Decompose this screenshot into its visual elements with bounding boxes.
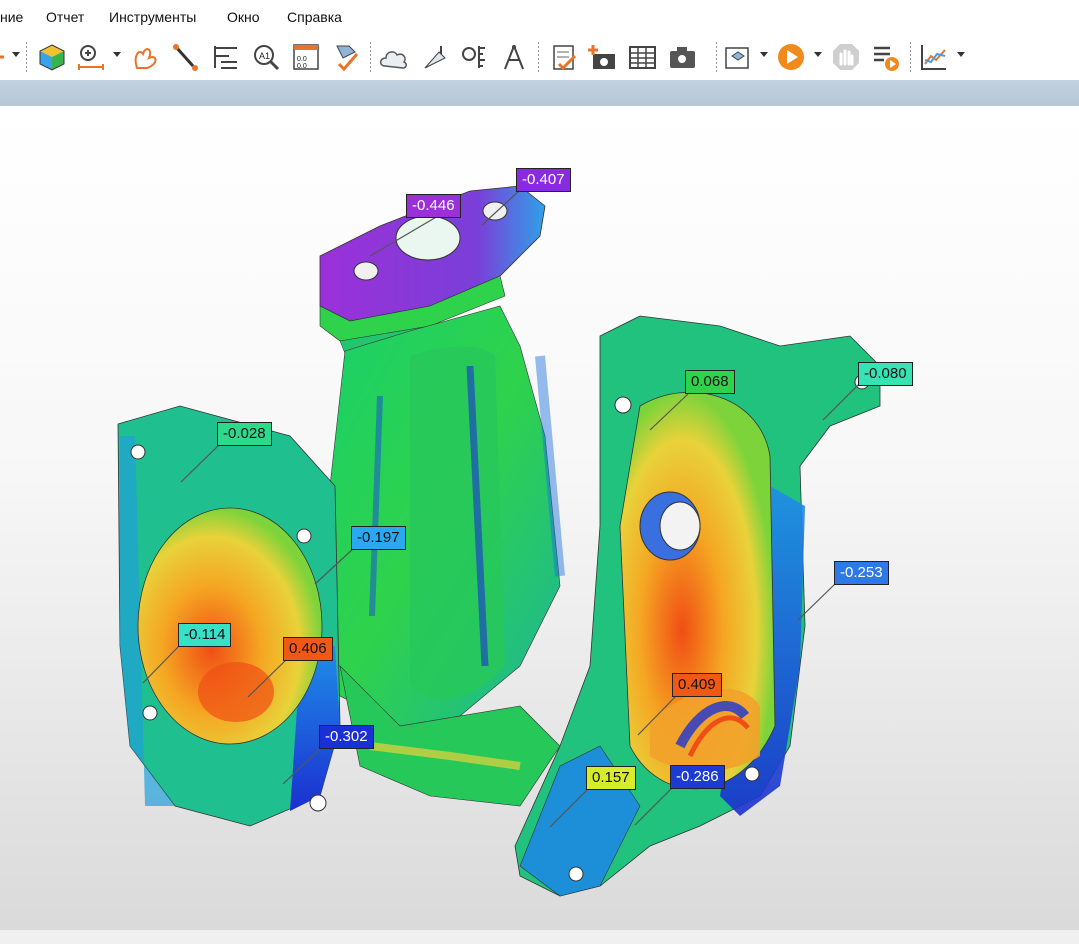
document-tab-strip bbox=[0, 80, 1079, 106]
deviation-label[interactable]: 0.406 bbox=[283, 637, 333, 661]
color-map-3d-model[interactable] bbox=[0, 106, 1079, 929]
probe-icon[interactable] bbox=[171, 42, 201, 72]
play-list-icon[interactable] bbox=[871, 42, 901, 72]
measure-points-icon[interactable] bbox=[76, 42, 106, 72]
toolbar-separator bbox=[26, 42, 27, 72]
toolbar: A1 0.0 0.0 bbox=[0, 36, 1079, 80]
dropdown-arrow-icon[interactable] bbox=[12, 52, 20, 57]
report-3d-icon[interactable] bbox=[722, 42, 752, 72]
annotation-magnifier-icon[interactable]: A1 bbox=[251, 42, 281, 72]
add-camera-icon[interactable] bbox=[587, 42, 617, 72]
svg-text:0.0: 0.0 bbox=[297, 63, 307, 70]
menu-bar: ние Отчет Инструменты Окно Справка bbox=[0, 0, 1079, 36]
stop-hand-icon[interactable] bbox=[831, 42, 861, 72]
flower-curves-icon[interactable] bbox=[131, 42, 161, 72]
menu-item-help[interactable]: Справка bbox=[287, 9, 342, 25]
menu-item-view[interactable]: ние bbox=[0, 9, 23, 25]
left-flange bbox=[117, 405, 341, 827]
gauge-icon[interactable] bbox=[419, 42, 449, 72]
menu-item-window[interactable]: Окно bbox=[227, 9, 260, 25]
status-bar bbox=[0, 929, 1079, 944]
deviation-label[interactable]: -0.253 bbox=[834, 561, 889, 585]
svg-text:0.0: 0.0 bbox=[297, 56, 307, 63]
toolbar-separator bbox=[716, 42, 717, 72]
cloud-icon[interactable] bbox=[379, 42, 409, 72]
3d-viewport[interactable]: -0.407 -0.446 -0.080 0.068 -0.028 -0.197… bbox=[0, 106, 1079, 929]
camera-icon[interactable] bbox=[667, 42, 697, 72]
color-map-cube-icon[interactable] bbox=[37, 42, 67, 72]
toolbar-separator bbox=[370, 42, 371, 72]
deviation-label[interactable]: -0.197 bbox=[351, 526, 406, 550]
menu-item-tools[interactable]: Инструменты bbox=[109, 9, 196, 25]
play-icon[interactable] bbox=[776, 42, 806, 72]
caliper-icon[interactable] bbox=[211, 42, 241, 72]
dropdown-arrow-icon[interactable] bbox=[814, 52, 822, 57]
compass-icon[interactable] bbox=[499, 42, 529, 72]
menu-item-report[interactable]: Отчет bbox=[46, 9, 84, 25]
grid-points-icon[interactable]: 0.0 0.0 bbox=[291, 42, 321, 72]
central-column bbox=[319, 305, 565, 727]
dropdown-arrow-icon[interactable] bbox=[113, 52, 121, 57]
scale-ruler-icon[interactable] bbox=[459, 42, 489, 72]
chart-icon[interactable] bbox=[919, 42, 949, 72]
toolbar-separator bbox=[538, 42, 539, 72]
deviation-label[interactable]: -0.446 bbox=[406, 194, 461, 218]
clipboard-check-icon[interactable] bbox=[549, 42, 579, 72]
deviation-label[interactable]: -0.286 bbox=[670, 765, 725, 789]
deviation-label[interactable]: 0.068 bbox=[685, 370, 735, 394]
table-icon[interactable] bbox=[627, 42, 657, 72]
toolbar-separator bbox=[910, 42, 911, 72]
arrow-icon[interactable] bbox=[0, 42, 16, 72]
deviation-label[interactable]: -0.114 bbox=[178, 623, 232, 647]
dropdown-arrow-icon[interactable] bbox=[760, 52, 768, 57]
dropdown-arrow-icon[interactable] bbox=[957, 52, 965, 57]
deviation-label[interactable]: 0.157 bbox=[586, 766, 636, 790]
deviation-label[interactable]: -0.028 bbox=[217, 422, 272, 446]
right-housing bbox=[514, 315, 881, 897]
deviation-label[interactable]: -0.080 bbox=[858, 362, 913, 386]
deviation-label[interactable]: 0.409 bbox=[672, 673, 722, 697]
alignment-check-icon[interactable] bbox=[331, 42, 361, 72]
deviation-label[interactable]: -0.302 bbox=[319, 725, 374, 749]
svg-text:A1: A1 bbox=[259, 51, 270, 61]
deviation-label[interactable]: -0.407 bbox=[516, 168, 571, 192]
